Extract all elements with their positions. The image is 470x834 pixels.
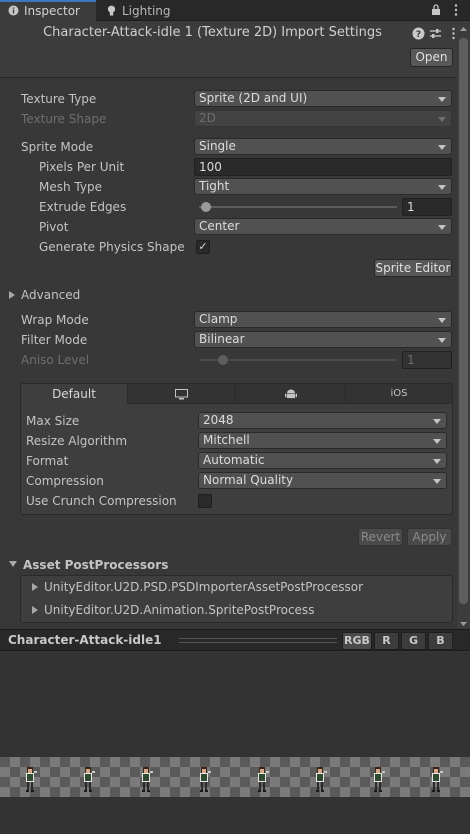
- lightbulb-icon: [106, 1, 117, 16]
- extrude-edges-field[interactable]: 1: [402, 198, 452, 216]
- resize-algorithm-dropdown[interactable]: Mitchell: [198, 432, 447, 449]
- channel-b-button[interactable]: B: [428, 632, 453, 650]
- list-item[interactable]: UnityEditor.U2D.PSD.PSDImporterAssetPost…: [32, 578, 363, 596]
- aniso-level-slider: [199, 359, 397, 361]
- tab-lighting-label: Lighting: [122, 4, 171, 18]
- texture-shape-dropdown: 2D: [194, 110, 452, 127]
- sprite-frame: [254, 765, 270, 793]
- sprite-frame: [196, 765, 212, 793]
- use-crunch-compression-label: Use Crunch Compression: [26, 494, 177, 508]
- sprite-frame: [370, 765, 386, 793]
- texture-shape-label: Texture Shape: [21, 112, 107, 126]
- preview-toolbar: Character-Attack-idle1 RGB R G B: [0, 629, 470, 651]
- aniso-level-field: 1: [402, 351, 452, 369]
- preview-title: Character-Attack-idle1: [8, 633, 162, 647]
- tab-inspector-label: Inspector: [24, 4, 80, 18]
- scrollbar-thumb[interactable]: [459, 38, 468, 604]
- tab-lighting[interactable]: Lighting: [98, 0, 176, 21]
- chevron-right-icon: [32, 583, 38, 591]
- tab-inspector[interactable]: Inspector: [0, 0, 96, 21]
- channel-g-button[interactable]: G: [401, 632, 426, 650]
- generate-physics-shape-label: Generate Physics Shape: [39, 240, 185, 254]
- format-dropdown[interactable]: Automatic: [198, 452, 447, 469]
- sprite-frame: [22, 765, 38, 793]
- sprite-frame: [428, 765, 444, 793]
- apply-button[interactable]: Apply: [407, 528, 452, 546]
- sprite-sheet-preview: [0, 757, 470, 797]
- wrap-mode-label: Wrap Mode: [21, 313, 89, 327]
- filter-mode-label: Filter Mode: [21, 333, 88, 347]
- pivot-dropdown[interactable]: Center: [194, 218, 452, 235]
- aniso-level-label: Aniso Level: [21, 353, 90, 367]
- extrude-edges-label: Extrude Edges: [39, 200, 127, 214]
- sprite-mode-label: Sprite Mode: [21, 140, 94, 154]
- sprite-editor-button[interactable]: Sprite Editor: [374, 259, 452, 277]
- open-button[interactable]: Open: [410, 48, 453, 67]
- channel-rgb-button[interactable]: RGB: [342, 632, 372, 650]
- help-icon[interactable]: ?: [412, 27, 425, 40]
- platform-tabs: Default iOS: [20, 383, 453, 404]
- revert-button[interactable]: Revert: [358, 528, 403, 546]
- inspector-header: Character-Attack-idle 1 (Texture 2D) Imp…: [0, 21, 470, 78]
- tab-default[interactable]: Default: [21, 384, 128, 404]
- channel-r-button[interactable]: R: [374, 632, 399, 650]
- postprocessor-name: UnityEditor.U2D.PSD.PSDImporterAssetPost…: [44, 580, 364, 594]
- sprite-frame: [80, 765, 96, 793]
- scroll-down-icon[interactable]: [459, 617, 468, 626]
- monitor-icon: [175, 389, 188, 400]
- chevron-down-icon: [9, 561, 17, 567]
- use-crunch-compression-checkbox[interactable]: [198, 494, 212, 508]
- generate-physics-shape-checkbox[interactable]: ✓: [196, 240, 210, 254]
- extrude-edges-slider-handle[interactable]: [201, 202, 211, 212]
- texture-type-dropdown[interactable]: Sprite (2D and UI): [194, 90, 452, 107]
- advanced-label: Advanced: [21, 288, 81, 302]
- resize-algorithm-label: Resize Algorithm: [26, 434, 128, 448]
- list-item[interactable]: UnityEditor.U2D.Animation.SpritePostProc…: [32, 601, 314, 619]
- max-size-label: Max Size: [26, 414, 80, 428]
- page-title: Character-Attack-idle 1 (Texture 2D) Imp…: [43, 25, 382, 40]
- preset-icon[interactable]: [429, 27, 442, 40]
- sprite-frame: [312, 765, 328, 793]
- postprocessor-name: UnityEditor.U2D.Animation.SpritePostProc…: [44, 603, 315, 617]
- sprite-mode-dropdown[interactable]: Single: [194, 138, 452, 155]
- android-icon: [284, 389, 297, 399]
- filter-mode-dropdown[interactable]: Bilinear: [194, 331, 452, 348]
- pixels-per-unit-field[interactable]: 100: [194, 158, 452, 176]
- svg-text:?: ?: [416, 30, 421, 40]
- compression-label: Compression: [26, 474, 104, 488]
- format-label: Format: [26, 454, 69, 468]
- preview-drag-handle[interactable]: [179, 638, 337, 643]
- lock-icon[interactable]: [430, 4, 442, 16]
- pixels-per-unit-label: Pixels Per Unit: [39, 160, 125, 174]
- max-size-dropdown[interactable]: 2048: [198, 412, 447, 429]
- scroll-up-icon[interactable]: [459, 22, 468, 31]
- tab-ios[interactable]: iOS: [346, 384, 452, 404]
- more-options-icon[interactable]: [450, 3, 462, 17]
- mesh-type-dropdown[interactable]: Tight: [194, 178, 452, 195]
- texture-preview-area[interactable]: [0, 652, 470, 834]
- asset-postprocessors-title: Asset PostProcessors: [23, 558, 169, 572]
- mesh-type-label: Mesh Type: [39, 180, 102, 194]
- sprite-frame: [138, 765, 154, 793]
- info-icon: [8, 3, 19, 16]
- chevron-right-icon: [9, 291, 15, 299]
- extrude-edges-slider[interactable]: [199, 206, 397, 208]
- aniso-level-slider-handle: [218, 355, 228, 365]
- wrap-mode-dropdown[interactable]: Clamp: [194, 311, 452, 328]
- asset-postprocessors-foldout[interactable]: Asset PostProcessors: [9, 556, 168, 574]
- tab-standalone[interactable]: [128, 384, 236, 404]
- pivot-label: Pivot: [39, 220, 69, 234]
- advanced-foldout[interactable]: Advanced: [9, 286, 80, 304]
- chevron-right-icon: [32, 606, 38, 614]
- tab-android[interactable]: [236, 384, 346, 404]
- compression-dropdown[interactable]: Normal Quality: [198, 472, 447, 489]
- texture-type-label: Texture Type: [21, 92, 97, 106]
